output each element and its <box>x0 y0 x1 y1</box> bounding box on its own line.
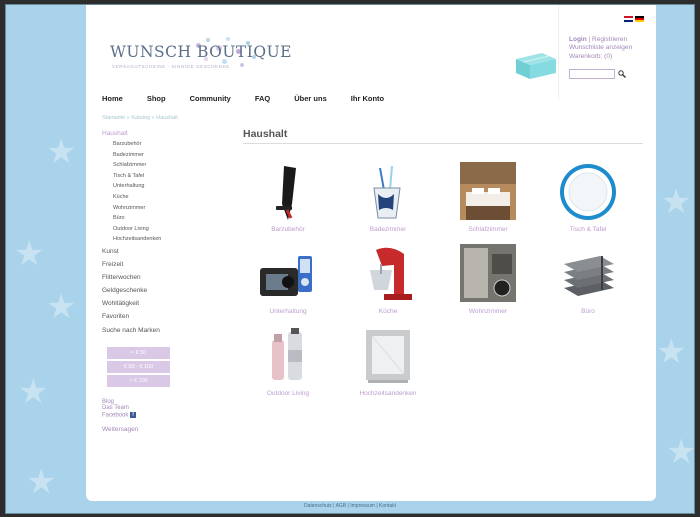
product-tile-outdoor-living[interactable]: Outdoor Living <box>243 326 333 397</box>
sidebar-item-haushalt[interactable]: Haushalt <box>102 130 182 137</box>
product-label: Schlafzimmer <box>468 226 508 233</box>
blog-link[interactable]: Blog <box>102 399 182 406</box>
plate-icon <box>558 162 618 222</box>
star-decoration-icon: ★ <box>46 132 77 172</box>
star-decoration-icon: ★ <box>18 372 49 412</box>
sidebar-sub-wohnzimmer[interactable]: Wohnzimmer <box>102 203 182 214</box>
product-label: Badezimmer <box>369 226 407 233</box>
shop-page: WUNSCH BOUTIQUE VERSAGUTSCHEINE · SINNIG… <box>86 5 656 501</box>
product-label: Hochzeitsandenken <box>359 390 417 397</box>
bedroom-icon <box>458 162 518 222</box>
star-decoration-icon: ★ <box>46 287 77 327</box>
product-tile-wohnzimmer[interactable]: Wohnzimmer <box>443 244 533 315</box>
logo-tagline: VERSAGUTSCHEINE · SINNIGE GESCHENKE <box>112 64 230 69</box>
logo-name: WUNSCH BOUTIQUE <box>110 43 292 61</box>
stand-mixer-icon <box>358 244 418 304</box>
product-label: Tisch & Tafel <box>569 226 607 233</box>
gift-box-icon <box>512 49 558 81</box>
product-label: Unterhaltung <box>269 308 307 315</box>
facebook-label: Facebook <box>102 412 129 419</box>
corkscrew-icon <box>258 162 318 222</box>
search-input[interactable] <box>569 69 615 79</box>
sidebar-item-freizeit[interactable]: Freizeit <box>102 258 182 271</box>
team-link[interactable]: Das Team <box>102 405 182 412</box>
living-room-icon <box>458 244 518 304</box>
product-label: Wohnzimmer <box>468 308 508 315</box>
breadcrumb[interactable]: Startseite » Katalog » Haushalt <box>102 115 178 121</box>
sidebar-sub-outdoor-living[interactable]: Outdoor Living <box>102 224 182 235</box>
sidebar-sub-buero[interactable]: Büro <box>102 213 182 224</box>
logo[interactable]: WUNSCH BOUTIQUE VERSAGUTSCHEINE · SINNIG… <box>102 33 291 73</box>
sidebar-item-flitterwochen[interactable]: Flitterwochen <box>102 271 182 284</box>
sidebar-sub-schlafzimmer[interactable]: Schlafzimmer <box>102 160 182 171</box>
bottles-icon <box>258 326 318 386</box>
main-nav: Home Shop Community FAQ Über uns Ihr Kon… <box>102 94 408 103</box>
star-decoration-icon: ★ <box>26 462 57 502</box>
wishlist-link[interactable]: Wunschliste anzeigen <box>569 44 632 52</box>
sidebar-item-geldgeschenke[interactable]: Geldgeschenke <box>102 284 182 297</box>
facebook-icon: f <box>130 412 137 419</box>
account-panel: Login | Registrieren Wunschliste anzeige… <box>558 5 656 99</box>
price-filters: < € 50 € 50 - € 100 > € 100 <box>102 346 182 387</box>
product-tile-tisch-tafel[interactable]: Tisch & Tafel <box>543 162 633 233</box>
language-switcher <box>624 16 644 22</box>
login-link[interactable]: Login <box>569 36 587 43</box>
product-label: Outdoor Living <box>266 390 310 397</box>
sidebar-sub-kueche[interactable]: Küche <box>102 192 182 203</box>
sidebar-item-wohltaetigkeit[interactable]: Wohltätigkeit <box>102 297 182 310</box>
product-tile-badezimmer[interactable]: Badezimmer <box>343 162 433 233</box>
picture-frame-icon <box>358 326 418 386</box>
german-flag-icon[interactable] <box>635 16 644 22</box>
share-link[interactable]: Weitersagen <box>102 426 182 433</box>
uk-flag-icon[interactable] <box>624 16 633 22</box>
product-tile-kueche[interactable]: Küche <box>343 244 433 315</box>
sidebar-sub-unterhaltung[interactable]: Unterhaltung <box>102 181 182 192</box>
product-tile-schlafzimmer[interactable]: Schlafzimmer <box>443 162 533 233</box>
social-links: Blog Das Team Facebook f <box>102 399 182 420</box>
nav-about[interactable]: Über uns <box>294 94 327 103</box>
sidebar-item-favoriten[interactable]: Favoriten <box>102 310 182 323</box>
sidebar-sub-hochzeitsandenken[interactable]: Hochzeitsandenken <box>102 234 182 245</box>
product-tile-unterhaltung[interactable]: Unterhaltung <box>243 244 333 315</box>
category-sidebar: Haushalt Barzubehör Badezimmer Schlafzim… <box>102 130 182 433</box>
product-label: Büro <box>581 308 595 315</box>
price-filter-over-100[interactable]: > € 100 <box>107 374 170 387</box>
product-tile-barzubehoer[interactable]: Barzubehör <box>243 162 333 233</box>
nav-faq[interactable]: FAQ <box>255 94 270 103</box>
sidebar-item-kunst[interactable]: Kunst <box>102 245 182 258</box>
product-tile-hochzeitsandenken[interactable]: Hochzeitsandenken <box>343 326 433 397</box>
nav-shop[interactable]: Shop <box>147 94 166 103</box>
search-bar <box>569 69 626 79</box>
nav-community[interactable]: Community <box>190 94 231 103</box>
ipod-dock-icon <box>258 244 318 304</box>
browser-frame: ★ ★ ★ ★ ★ ★ ★ ★ WUNSCH BOUTIQUE VERSAGUT… <box>5 4 695 514</box>
nav-home[interactable]: Home <box>102 94 123 103</box>
cart-link[interactable]: Warenkorb: (0) <box>569 53 632 61</box>
sidebar-sub-badezimmer[interactable]: Badezimmer <box>102 150 182 161</box>
footer-links[interactable]: Datenschutz | AGB | Impressum | Kontakt <box>6 503 694 509</box>
category-content: Haushalt Barzubehör Badezimmer Schlafzim… <box>243 128 643 414</box>
register-link[interactable]: Registrieren <box>592 36 627 43</box>
letter-tray-icon <box>558 244 618 304</box>
facebook-link[interactable]: Facebook f <box>102 412 182 419</box>
star-decoration-icon: ★ <box>661 182 692 222</box>
sidebar-sub-barzubehoer[interactable]: Barzubehör <box>102 139 182 150</box>
star-decoration-icon: ★ <box>14 234 45 274</box>
product-grid: Barzubehör Badezimmer Schlafzimmer Tisch… <box>243 144 643 414</box>
product-label: Barzubehör <box>271 226 305 233</box>
product-tile-buero[interactable]: Büro <box>543 244 633 315</box>
nav-account[interactable]: Ihr Konto <box>351 94 384 103</box>
page-title: Haushalt <box>243 128 643 144</box>
star-decoration-icon: ★ <box>666 432 695 472</box>
star-decoration-icon: ★ <box>656 332 687 372</box>
product-label: Küche <box>378 308 398 315</box>
sidebar-item-marken[interactable]: Suche nach Marken <box>102 324 182 337</box>
price-filter-under-50[interactable]: < € 50 <box>107 346 170 359</box>
account-links: Login | Registrieren Wunschliste anzeige… <box>569 36 632 61</box>
toothbrush-cup-icon <box>358 162 418 222</box>
price-filter-50-100[interactable]: € 50 - € 100 <box>107 360 170 373</box>
sidebar-sub-tisch-tafel[interactable]: Tisch & Tafel <box>102 171 182 182</box>
magnifier-icon[interactable] <box>618 70 626 78</box>
